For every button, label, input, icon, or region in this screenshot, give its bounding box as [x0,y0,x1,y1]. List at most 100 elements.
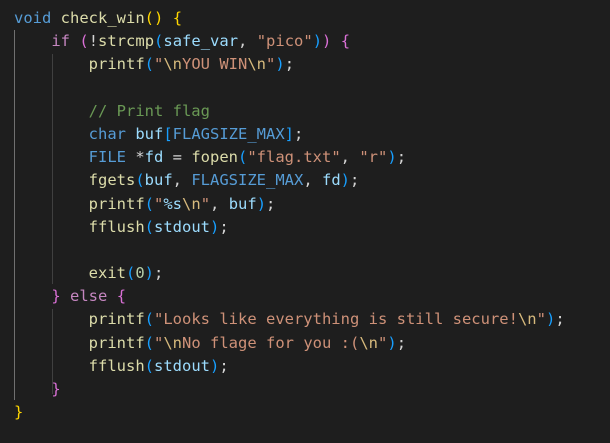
code-token-macro: FLAGSIZE_MAX [172,124,285,143]
code-token-bracket3: ) [144,264,155,283]
code-token-bracket2: } [51,380,61,398]
code-line[interactable] [14,77,565,100]
code-line[interactable]: } else { [14,285,565,308]
code-token-bracket3: ( [144,217,154,236]
code-token-bracket3: ( [125,264,136,283]
code-token-bracket3: ( [144,356,154,375]
code-line[interactable]: printf("Looks like everything is still s… [14,308,565,331]
code-token-plain: ; [219,356,229,375]
code-token-bracket1: () [144,9,164,27]
code-token-string: YOU WIN [182,55,248,74]
code-token-bracket3: ] [284,124,294,143]
code-token-string: "Looks like everything is still secure! [154,310,518,329]
code-token-control: else [70,287,108,306]
code-line[interactable]: fgets(buf, FLAGSIZE_MAX, fd); [14,169,565,192]
code-token-keyword: void [14,9,52,27]
code-token-function: printf [88,333,145,352]
code-token-function: fopen [191,148,238,167]
code-line[interactable]: // Print flag [14,100,565,123]
code-line[interactable]: printf("\nYOU WIN\n"); [14,53,565,76]
code-token-plain: , [303,171,322,190]
code-token-comment: // Print flag [88,101,210,120]
code-token-variable: fd [144,148,164,167]
code-token-string: "flag.txt" [247,148,341,167]
code-token-macro: FILE [88,148,126,167]
code-line[interactable]: } [14,378,565,401]
code-token-bracket3: ) [387,148,397,167]
code-token-bracket3: ( [154,32,164,51]
code-token-bracket2: ( [79,32,89,51]
code-token-plain: ; [219,217,229,236]
code-token-variable: stdout [154,217,210,236]
code-token-plain: ; [294,124,304,143]
code-token-escape: \n [163,55,183,74]
code-token-bracket3: ) [545,310,556,329]
code-lines[interactable]: void check_win() { if (!strcmp(safe_var,… [14,7,565,424]
code-line[interactable]: FILE *fd = fopen("flag.txt", "r"); [14,146,565,169]
code-token-variable: %s [163,194,183,213]
code-token-string: " [154,194,164,213]
code-token-bracket3: ) [340,171,351,190]
code-token-plain: ! [88,32,99,51]
code-token-plain: , [172,171,192,190]
code-token-function: fflush [88,217,145,236]
code-token-number: 0 [135,264,145,283]
code-token-function: printf [88,194,145,213]
code-token-bracket3: ( [238,148,248,167]
code-token-bracket3: ) [275,55,285,74]
code-token-bracket3: ( [144,55,154,74]
code-token-bracket3: ) [210,217,220,236]
code-line[interactable]: exit(0); [14,262,565,285]
code-token-variable: buf [144,171,173,190]
code-token-plain: , [210,194,229,213]
code-token-function: strcmp [98,32,155,51]
code-line[interactable]: } [14,401,565,424]
code-token-plain: ; [154,264,164,283]
code-line[interactable]: char buf[FLAGSIZE_MAX]; [14,123,565,146]
code-token-escape: \n [517,310,537,329]
code-token-bracket3: ) [256,194,267,213]
code-token-bracket3: ( [144,333,154,352]
code-token-string: " [200,194,211,213]
code-token-function: check_win [60,9,145,27]
code-line[interactable] [14,239,565,262]
code-token-string: " [378,333,388,352]
code-token-function: fflush [88,356,145,375]
code-token-variable: safe_var [163,32,239,51]
code-token-plain: ; [266,194,276,213]
code-line[interactable]: void check_win() { [14,7,565,30]
code-token-escape: \n [182,194,201,213]
code-editor[interactable]: void check_win() { if (!strcmp(safe_var,… [0,0,610,443]
code-line[interactable]: printf("\nNo flage for you :(\n"); [14,332,565,355]
code-token-bracket1: { [172,9,183,27]
code-token-function: fgets [88,171,136,190]
code-token-string: "pico" [256,32,313,51]
code-token-variable: buf [228,194,257,213]
code-token-plain: , [340,148,360,167]
code-line[interactable]: fflush(stdout); [14,216,565,239]
code-token-bracket3: ) [312,32,323,51]
code-token-plain: , [238,32,257,51]
code-token-bracket3: ( [135,171,145,190]
code-token-bracket2: ) [322,32,332,51]
code-line[interactable]: if (!strcmp(safe_var, "pico")) { [14,30,565,53]
code-line[interactable]: fflush(stdout); [14,355,565,378]
code-token-bracket3: ) [387,333,397,352]
code-line[interactable]: printf("%s\n", buf); [14,193,565,216]
code-token-bracket1: } [14,403,24,422]
